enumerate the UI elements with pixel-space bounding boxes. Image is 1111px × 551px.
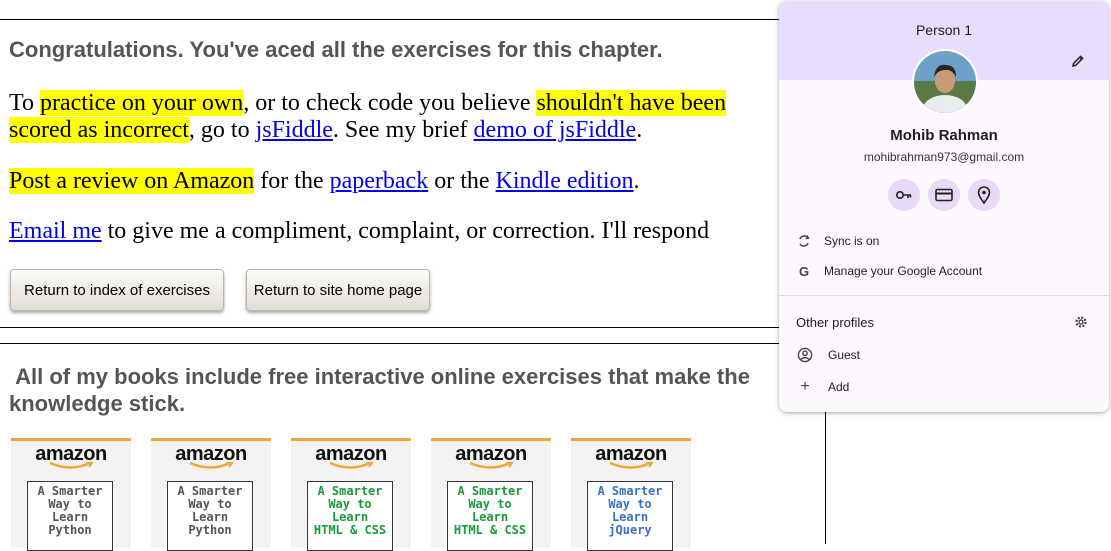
text: to give me a compliment, complaint, or c…	[101, 218, 710, 244]
book-cover: A Smarter Way to Learn HTML & CSS	[447, 481, 533, 551]
jsfiddle-link[interactable]: jsFiddle	[256, 117, 333, 143]
passwords-button[interactable]	[888, 179, 920, 211]
amazon-logo: amazon	[315, 443, 387, 465]
congrats-heading: Congratulations. You've aced all the exe…	[9, 37, 663, 62]
avatar-photo	[914, 51, 976, 113]
guest-label: Guest	[828, 348, 861, 362]
user-name: Mohib Rahman	[890, 127, 998, 144]
divider-mid-2	[0, 343, 826, 344]
cover-line: A Smarter	[37, 484, 103, 498]
book-link-5[interactable]: amazon A Smarter Way to Learn jQuery	[571, 438, 691, 551]
add-label: Add	[828, 380, 850, 394]
guest-profile-item[interactable]: Guest	[779, 341, 1109, 369]
divider-mid-1	[0, 327, 826, 328]
books-heading: All of my books include free interactive…	[9, 363, 809, 417]
cover-line: Python	[48, 523, 92, 537]
cover-line: A Smarter	[597, 484, 663, 498]
cover-line: Learn	[471, 510, 509, 524]
sync-status-item[interactable]: Sync is on	[779, 227, 1109, 255]
books-heading-text: All of my books include free interactive…	[9, 364, 750, 416]
menu-divider	[779, 295, 1109, 296]
return-to-index-button[interactable]: Return to index of exercises	[10, 269, 224, 311]
account-circle-icon	[797, 347, 813, 363]
amazon-logo: amazon	[35, 443, 107, 465]
practice-paragraph: To practice on your own, or to check cod…	[9, 90, 727, 144]
divider-top	[0, 19, 826, 20]
book-cover: A Smarter Way to Learn jQuery	[587, 481, 673, 551]
text: , go to	[188, 117, 256, 143]
amazon-logo: amazon	[595, 443, 667, 465]
cover-line: HTML & CSS	[453, 523, 527, 537]
book-link-2[interactable]: amazon A Smarter Way to Learn Python	[151, 438, 271, 551]
gear-icon	[1075, 316, 1087, 328]
book-link-1[interactable]: amazon A Smarter Way to Learn Python	[11, 438, 131, 551]
highlight-text: shouldn't have been	[536, 90, 727, 116]
text: or the	[428, 168, 496, 194]
kindle-link[interactable]: Kindle edition	[496, 168, 634, 194]
book-link-3[interactable]: amazon A Smarter Way to Learn HTML & CSS	[291, 438, 411, 551]
cover-line: A Smarter	[457, 484, 523, 498]
book-link-4[interactable]: amazon A Smarter Way to Learn HTML & CSS	[431, 438, 551, 551]
plus-icon: +	[800, 378, 810, 395]
jsfiddle-demo-link[interactable]: demo of jsFiddle	[474, 117, 637, 143]
email-me-link[interactable]: Email me	[9, 218, 102, 244]
sync-icon	[796, 233, 812, 249]
location-pin-icon	[977, 186, 991, 204]
email-paragraph: Email me to give me a compliment, compla…	[9, 218, 709, 245]
other-profiles-label: Other profiles	[796, 314, 875, 330]
text: , or to check code you believe	[243, 90, 537, 116]
cover-line: Way to	[48, 497, 92, 511]
cover-line: jQuery	[608, 523, 652, 537]
text: To	[9, 90, 40, 116]
cover-line: Way to	[608, 497, 652, 511]
key-icon	[895, 190, 912, 200]
book-cover: A Smarter Way to Learn HTML & CSS	[307, 481, 393, 551]
manage-account-item[interactable]: G Manage your Google Account	[779, 257, 1109, 285]
return-to-home-button[interactable]: Return to site home page	[246, 269, 430, 311]
cover-line: HTML & CSS	[313, 523, 387, 537]
edit-profile-button[interactable]	[1069, 52, 1087, 70]
amazon-logo: amazon	[175, 443, 247, 465]
highlight-text: practice on your own	[39, 90, 244, 116]
amazon-logo: amazon	[455, 443, 527, 465]
cover-line: Way to	[328, 497, 372, 511]
text: .	[633, 168, 640, 194]
highlight-text: Post a review on Amazon	[9, 168, 255, 194]
payment-methods-button[interactable]	[928, 179, 960, 211]
highlight-text: scored as incorrect	[9, 117, 189, 143]
text: . See my brief	[332, 117, 474, 143]
cover-line: Learn	[51, 510, 89, 524]
cover-line: Learn	[191, 510, 229, 524]
profile-menu-panel: Person 1 Mohib Rahman mohibrahman973@gma…	[779, 1, 1109, 412]
sync-label: Sync is on	[824, 234, 880, 248]
credit-card-icon	[935, 188, 953, 202]
google-g-icon: G	[798, 263, 810, 279]
manage-account-label: Manage your Google Account	[824, 264, 983, 278]
avatar	[912, 49, 978, 115]
cover-line: Learn	[611, 510, 649, 524]
paperback-link[interactable]: paperback	[330, 168, 429, 194]
profile-label: Person 1	[915, 22, 973, 38]
cover-line: Learn	[331, 510, 369, 524]
review-paragraph: Post a review on Amazon for the paperbac…	[9, 168, 640, 195]
cover-line: Way to	[468, 497, 512, 511]
text: for the	[254, 168, 330, 194]
exercise-page: Congratulations. You've aced all the exe…	[0, 0, 826, 551]
cover-line: A Smarter	[317, 484, 383, 498]
book-cover: A Smarter Way to Learn Python	[167, 481, 253, 551]
user-email: mohibrahman973@gmail.com	[863, 150, 1025, 164]
other-profiles-header: Other profiles	[779, 308, 1109, 336]
cover-line: A Smarter	[177, 484, 243, 498]
text: .	[636, 117, 643, 143]
cover-line: Way to	[188, 497, 232, 511]
cover-line: Python	[188, 523, 232, 537]
manage-profiles-button[interactable]	[1073, 314, 1089, 330]
book-cover: A Smarter Way to Learn Python	[27, 481, 113, 551]
addresses-button[interactable]	[968, 179, 1000, 211]
add-profile-item[interactable]: + Add	[779, 373, 1109, 401]
pencil-icon	[1071, 55, 1084, 68]
